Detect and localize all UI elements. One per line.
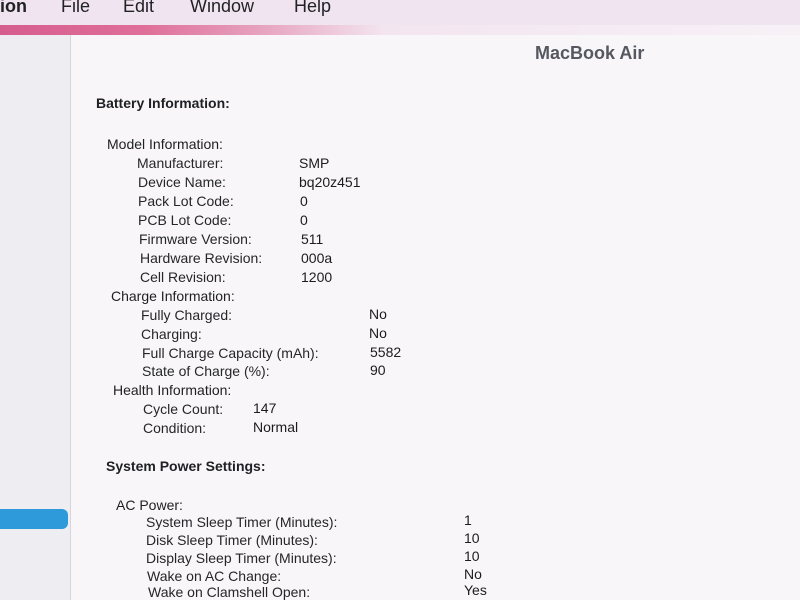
system-information-screen: ion File Edit Window Help MacBook Air Ba… [0,0,800,600]
menu-app-name[interactable]: ion [0,0,27,17]
system-sleep-timer-value: 1 [464,512,472,528]
pack-lot-code-value: 0 [300,193,308,209]
cell-revision-value: 1200 [301,269,333,285]
charging-value: No [369,325,387,341]
system-power-settings-title: System Power Settings: [106,458,266,474]
manufacturer-value: SMP [299,155,330,171]
sidebar [0,35,70,600]
state-of-charge-value: 90 [370,362,386,378]
hardware-revision-value: 000a [301,250,333,266]
cycle-count-value: 147 [253,400,277,416]
health-information-label: Health Information: [113,382,232,398]
pack-lot-code-label: Pack Lot Code: [138,193,234,209]
device-name-value: bq20z451 [299,174,361,190]
pcb-lot-code-value: 0 [300,212,308,228]
disk-sleep-timer-label: Disk Sleep Timer (Minutes): [146,532,318,548]
wake-on-ac-change-label: Wake on AC Change: [147,568,282,584]
condition-label: Condition: [143,420,207,436]
firmware-version-label: Firmware Version: [139,231,252,247]
ac-power-label: AC Power: [116,497,183,513]
device-title: MacBook Air [535,43,645,63]
menu-help[interactable]: Help [294,0,331,17]
model-information-label: Model Information: [107,136,223,152]
full-charge-capacity-value: 5582 [370,344,402,360]
fully-charged-label: Fully Charged: [141,307,233,323]
system-sleep-timer-label: System Sleep Timer (Minutes): [146,514,338,530]
charge-information-label: Charge Information: [111,288,235,304]
sidebar-selected-item[interactable] [0,509,68,529]
device-name-label: Device Name: [138,174,226,190]
hardware-revision-label: Hardware Revision: [140,250,263,266]
display-sleep-timer-value: 10 [464,548,480,564]
menu-file[interactable]: File [61,0,90,17]
condition-value: Normal [253,419,299,435]
fully-charged-value: No [369,306,387,322]
menu-edit[interactable]: Edit [123,0,154,17]
firmware-version-value: 511 [301,231,324,247]
battery-information-title: Battery Information: [96,95,230,111]
wake-on-clamshell-open-value: Yes [464,582,487,598]
menu-bar: ion File Edit Window Help [0,0,800,26]
wake-on-ac-change-value: No [464,566,482,582]
wake-on-clamshell-open-label: Wake on Clamshell Open: [148,584,311,600]
disk-sleep-timer-value: 10 [464,530,480,546]
display-sleep-timer-label: Display Sleep Timer (Minutes): [146,550,337,566]
charging-label: Charging: [141,326,202,342]
cycle-count-label: Cycle Count: [143,401,224,417]
manufacturer-label: Manufacturer: [137,155,224,171]
menu-window[interactable]: Window [190,0,254,17]
full-charge-capacity-label: Full Charge Capacity (mAh): [142,345,319,361]
pcb-lot-code-label: PCB Lot Code: [138,212,232,228]
state-of-charge-label: State of Charge (%): [142,363,270,379]
cell-revision-label: Cell Revision: [140,269,226,285]
